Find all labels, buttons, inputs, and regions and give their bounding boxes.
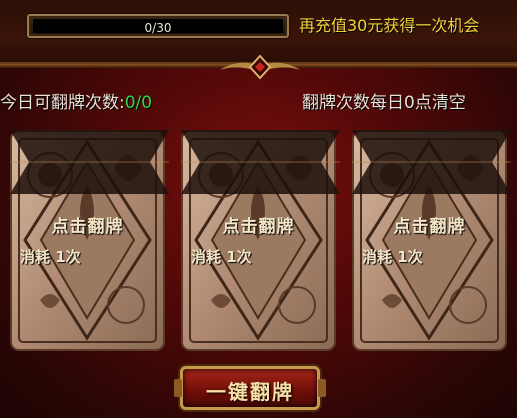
button-right-cap [318,379,326,397]
daily-flip-value: 0/0 [124,93,153,113]
card-title: 点击翻牌 [393,217,466,237]
daily-flip-count: 今日可翻牌次数:0/0 [0,88,152,113]
daily-flip-label: 今日可翻牌次数: [0,93,125,113]
flip-card-panel: { "progress": {"text": "0/30", "value": … [0,0,517,418]
card-cost-label: 消耗 [362,248,393,266]
reset-notice: 翻牌次数每日0点清空 [302,93,466,113]
card-title: 点击翻牌 [51,217,124,237]
card-cost: 消耗 1次 [362,246,423,267]
center-ornament-icon [220,54,300,80]
recharge-progress-bar: 0/30 [27,14,289,38]
recharge-hint: 再充值30元获得一次机会 [299,16,480,35]
card-cost: 消耗 1次 [191,246,252,267]
flip-all-label: 一键翻牌 [206,380,294,404]
progress-track: 0/30 [33,19,283,35]
card-cost-label: 消耗 [20,248,51,266]
card-cost-value: 1次 [55,248,81,266]
card-cost-value: 1次 [397,248,423,266]
button-left-cap [174,379,182,397]
card-banner [10,130,169,194]
card-cost-value: 1次 [226,248,252,266]
card-banner [352,130,511,194]
flip-card-3[interactable]: 点击翻牌 消耗 1次 [352,130,511,351]
card-title: 点击翻牌 [222,217,295,237]
progress-text: 0/30 [144,21,172,35]
flip-card-1[interactable]: 点击翻牌 消耗 1次 [10,130,169,351]
card-banner [181,130,340,194]
flip-all-button[interactable]: 一键翻牌 [174,366,326,410]
card-cost: 消耗 1次 [20,246,81,267]
card-cost-label: 消耗 [191,248,222,266]
flip-card-2[interactable]: 点击翻牌 消耗 1次 [181,130,340,351]
